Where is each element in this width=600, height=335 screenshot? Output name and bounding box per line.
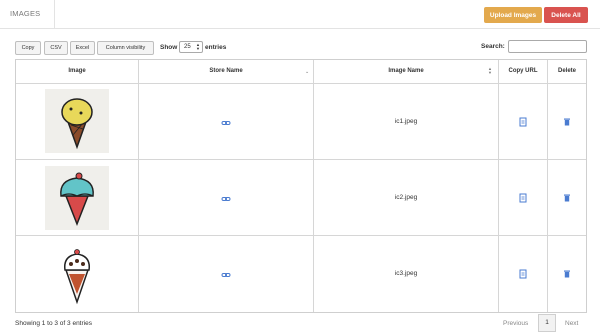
select-arrows-icon: ▲ ▼ [196,42,200,51]
pagination-page-1[interactable]: 1 [538,314,556,332]
image-name-cell: ic1.jpeg [394,118,418,125]
pagination-previous[interactable]: Previous [503,320,528,327]
search-label: Search: [481,43,505,50]
entries-select[interactable]: 25 ▲ ▼ [179,41,203,53]
page-tab-images[interactable]: IMAGES [0,0,55,29]
page-tab-label: IMAGES [10,9,41,18]
store-link-icon[interactable] [221,270,231,280]
column-header-copy-url[interactable]: Copy URL [499,68,547,74]
row-divider [16,83,586,84]
ice-cream-blue-icon [45,166,109,230]
column-header-image-name[interactable]: Image Name [314,68,498,74]
table-info: Showing 1 to 3 of 3 entries [15,320,92,327]
column-divider [498,60,499,312]
images-table: Image Store Name ⌄ Image Name ▲ ▼ Copy UR… [15,59,587,313]
store-link-icon[interactable] [221,118,231,128]
trash-icon[interactable] [562,269,572,279]
copy-url-icon[interactable] [518,117,528,127]
column-header-store-name[interactable]: Store Name [139,68,313,74]
excel-button[interactable]: Excel [70,41,95,55]
store-link-icon[interactable] [221,194,231,204]
search-input[interactable] [508,40,587,53]
column-visibility-button[interactable]: Column visibility [97,41,154,55]
image-name-cell: ic3.jpeg [394,270,418,277]
ice-cream-chocolate-icon [45,242,109,306]
csv-button[interactable]: CSV [44,41,68,55]
ice-cream-yellow-icon [45,89,109,153]
column-header-delete[interactable]: Delete [548,68,586,74]
trash-icon[interactable] [562,117,572,127]
entries-select-value: 25 [184,44,191,50]
row-divider [16,235,586,236]
row-divider [16,159,586,160]
copy-url-icon[interactable] [518,193,528,203]
copy-button[interactable]: Copy [15,41,41,55]
entries-label: entries [205,44,227,51]
sort-both-icon[interactable]: ▲ ▼ [488,67,492,75]
column-divider [138,60,139,312]
show-label: Show [160,44,178,51]
upload-images-button[interactable]: Upload Images [484,7,542,23]
pagination-next[interactable]: Next [565,320,578,327]
column-header-image[interactable]: Image [16,68,138,74]
image-name-cell: ic2.jpeg [394,194,418,201]
trash-icon[interactable] [562,193,572,203]
sort-desc-icon[interactable]: ⌄ [305,69,309,75]
delete-all-button[interactable]: Delete All [544,7,588,23]
top-bar: IMAGES Upload Images Delete All [0,0,600,29]
copy-url-icon[interactable] [518,269,528,279]
column-divider [547,60,548,312]
